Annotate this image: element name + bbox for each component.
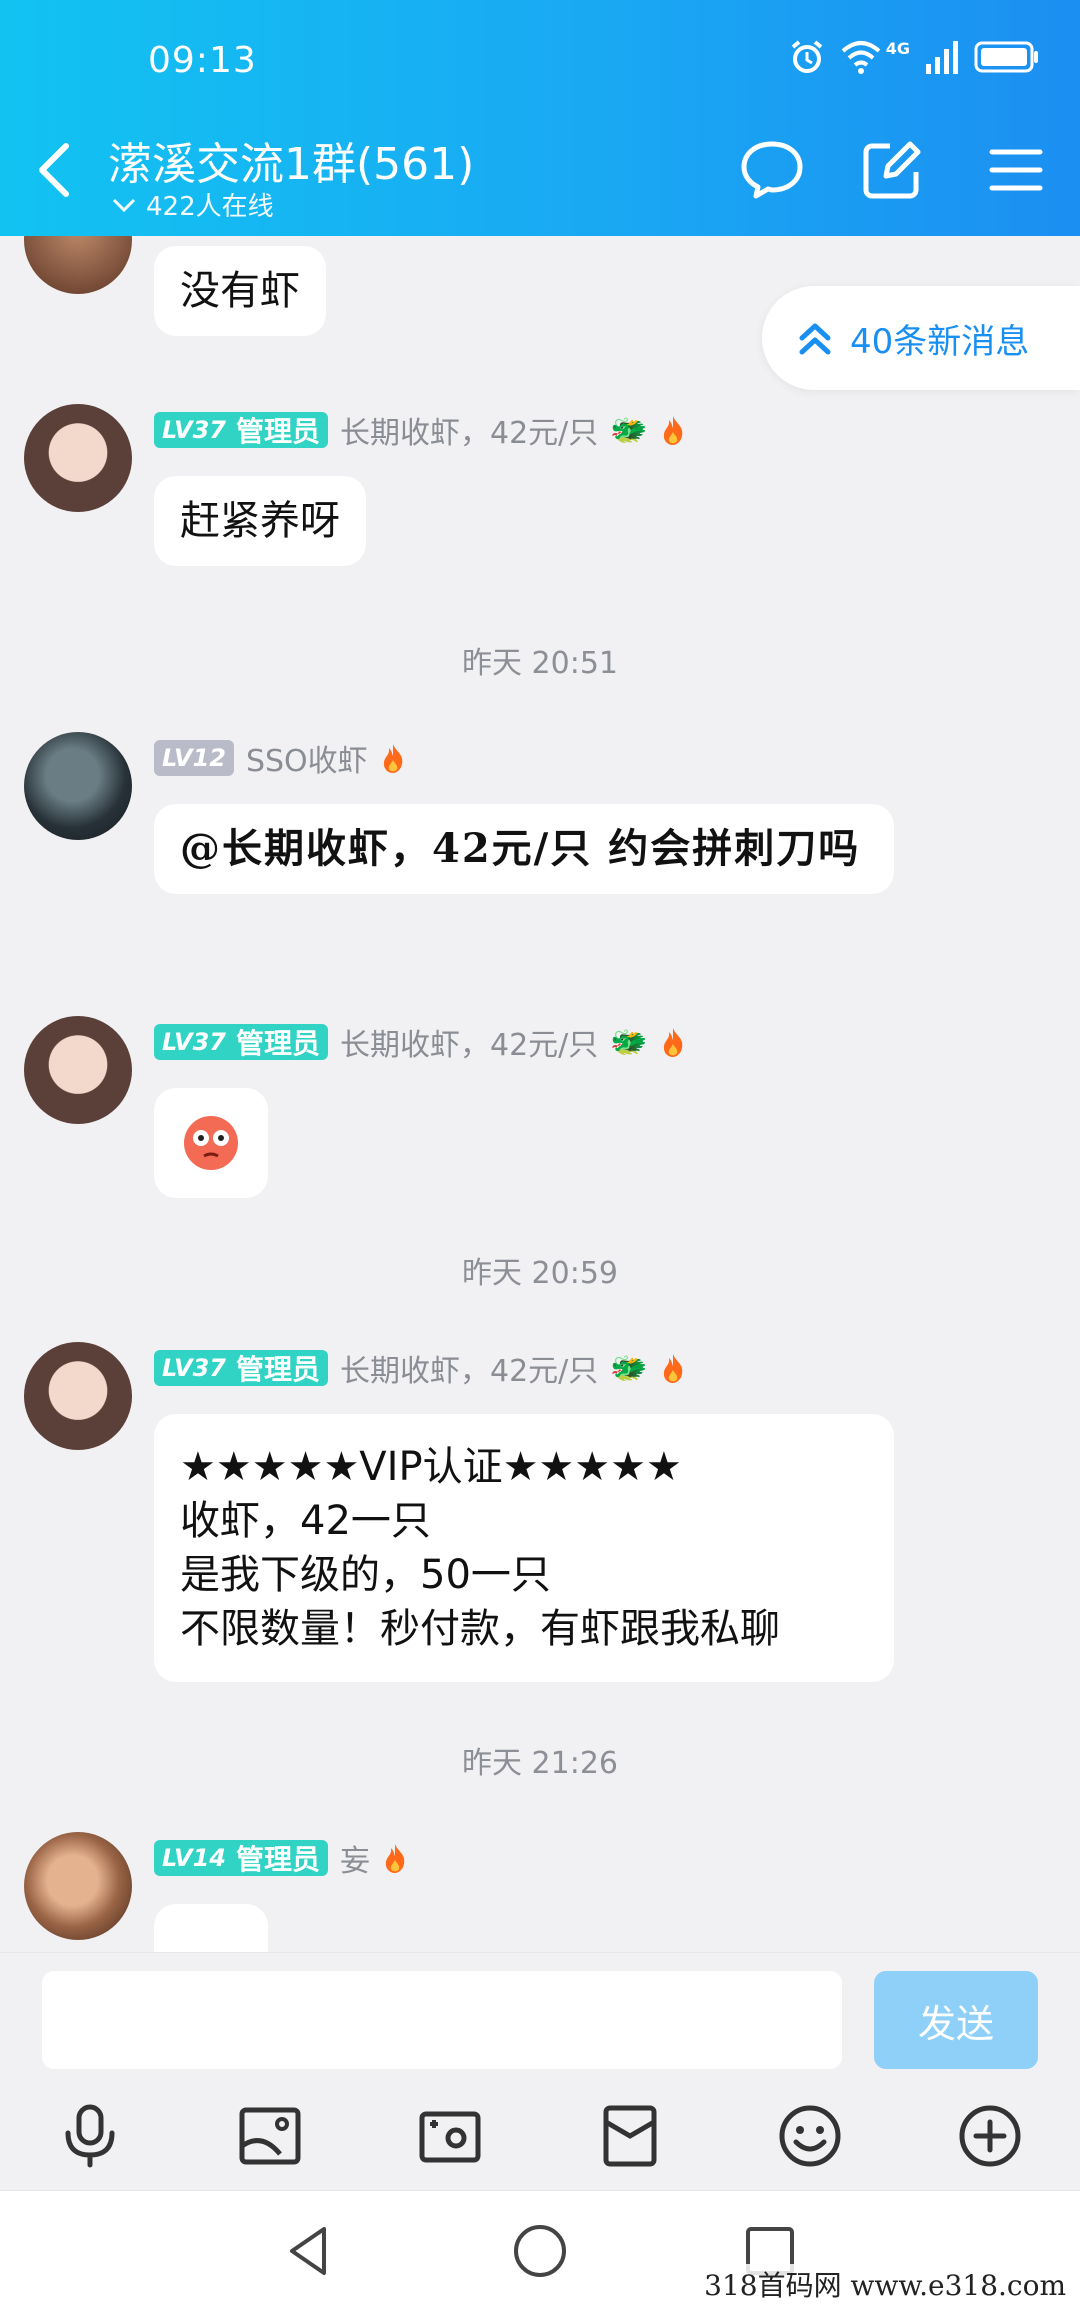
new-messages-button[interactable]: 40条新消息 [762,286,1080,390]
avatar[interactable] [24,404,132,512]
red-packet-icon [603,2105,657,2167]
sender-name[interactable]: SSO收虾 [246,736,368,780]
sender-name[interactable]: 长期收虾，42元/只 [340,1020,598,1064]
timestamp: 昨天 20:51 [462,646,618,681]
message-line: 收虾，42一只 [180,1498,431,1544]
message-line: ★★★★★VIP认证★★★★★ [180,1444,682,1490]
level-badge: LV37 管理员 [154,1024,328,1060]
chat-bubble-button[interactable] [740,138,804,202]
edit-button[interactable] [860,138,924,202]
flame-icon [385,1844,405,1873]
avatar[interactable] [24,1016,132,1124]
message-input[interactable] [42,1971,842,2069]
voice-button[interactable] [50,2096,130,2176]
send-button[interactable]: 发送 [874,1971,1038,2069]
sender-meta: LV37 管理员 长期收虾，42元/只 🐲 [154,1020,686,1064]
network-type: 4G [885,38,910,58]
flame-icon [663,1028,682,1057]
alarm-icon [791,40,823,73]
sender-meta: LV12 SSO收虾 [154,736,406,780]
nav-back-icon[interactable] [280,2221,340,2281]
more-button[interactable] [950,2096,1030,2176]
message-list[interactable]: 没有虾 40条新消息 LV37 管理员 长期收虾，42元/只 🐲 赶紧养呀 昨天 … [0,236,1080,1952]
dragon-icon: 🐲 [610,1024,648,1060]
online-label: 422人在线 [146,192,274,222]
avatar[interactable] [24,732,132,840]
flushed-face-icon [184,1116,238,1170]
camera-button[interactable] [410,2096,490,2176]
sender-meta: LV14 管理员 妄 [154,1836,408,1880]
message-bubble[interactable]: @长期收虾，42元/只 约会拼刺刀吗 [154,804,894,894]
dragon-icon: 🐲 [610,412,648,448]
menu-button[interactable] [984,138,1048,202]
watermark: 318首码网 www.e318.com [698,2264,1072,2304]
status-time: 09:13 [148,40,257,81]
nav-home-icon[interactable] [510,2221,570,2281]
emoji-button[interactable] [770,2096,850,2176]
input-bar: 发送 [0,1952,1080,2086]
microphone-icon [65,2104,115,2168]
sender-name[interactable]: 妄 [340,1836,370,1880]
level-badge: LV12 [154,740,234,776]
flame-icon [663,1354,682,1383]
message-bubble[interactable] [154,1904,268,1952]
online-count[interactable]: 422人在线 [112,186,274,223]
back-button[interactable] [30,140,80,200]
message-line: 不限数量！秒付款，有虾跟我私聊 [180,1606,780,1652]
sender-name[interactable]: 长期收虾，42元/只 [340,1346,598,1390]
image-icon [239,2107,301,2165]
wifi-icon [841,41,881,74]
level-badge: LV14 管理员 [154,1840,328,1876]
chat-header: 09:13 4G 潆溪交流1群(561) 422人在线 [0,0,1080,236]
sender-name[interactable]: 长期收虾，42元/只 [340,408,598,452]
message-bubble[interactable]: 赶紧养呀 [154,476,366,566]
double-chevron-up-icon [799,323,831,355]
timestamp: 昨天 20:59 [462,1256,618,1291]
avatar[interactable] [24,1342,132,1450]
camera-icon [419,2111,481,2163]
message-bubble[interactable]: ★★★★★VIP认证★★★★★ 收虾，42一只 是我下级的，50一只 不限数量！… [154,1414,894,1682]
signal-icon [926,41,958,74]
image-button[interactable] [230,2096,310,2176]
flame-icon [663,416,682,445]
red-packet-button[interactable] [590,2096,670,2176]
message-bubble[interactable] [154,1088,268,1198]
battery-icon [974,41,1038,73]
sender-meta: LV37 管理员 长期收虾，42元/只 🐲 [154,408,686,452]
plus-icon [959,2105,1021,2167]
input-toolbar [0,2086,1080,2190]
chevron-down-icon [112,198,136,212]
message-bubble[interactable]: 没有虾 [154,246,326,336]
avatar[interactable] [24,1832,132,1940]
timestamp: 昨天 21:26 [462,1746,618,1781]
smiley-icon [779,2105,841,2167]
message-line: 是我下级的，50一只 [180,1552,551,1598]
level-badge: LV37 管理员 [154,412,328,448]
system-nav-bar: 318首码网 www.e318.com [0,2190,1080,2310]
status-icons: 4G [788,38,1040,76]
sender-meta: LV37 管理员 长期收虾，42元/只 🐲 [154,1346,686,1390]
flame-icon [383,744,402,773]
new-messages-label: 40条新消息 [850,321,1030,362]
group-title[interactable]: 潆溪交流1群(561) [108,128,474,192]
dragon-icon: 🐲 [610,1350,648,1386]
avatar[interactable] [24,236,132,294]
level-badge: LV37 管理员 [154,1350,328,1386]
